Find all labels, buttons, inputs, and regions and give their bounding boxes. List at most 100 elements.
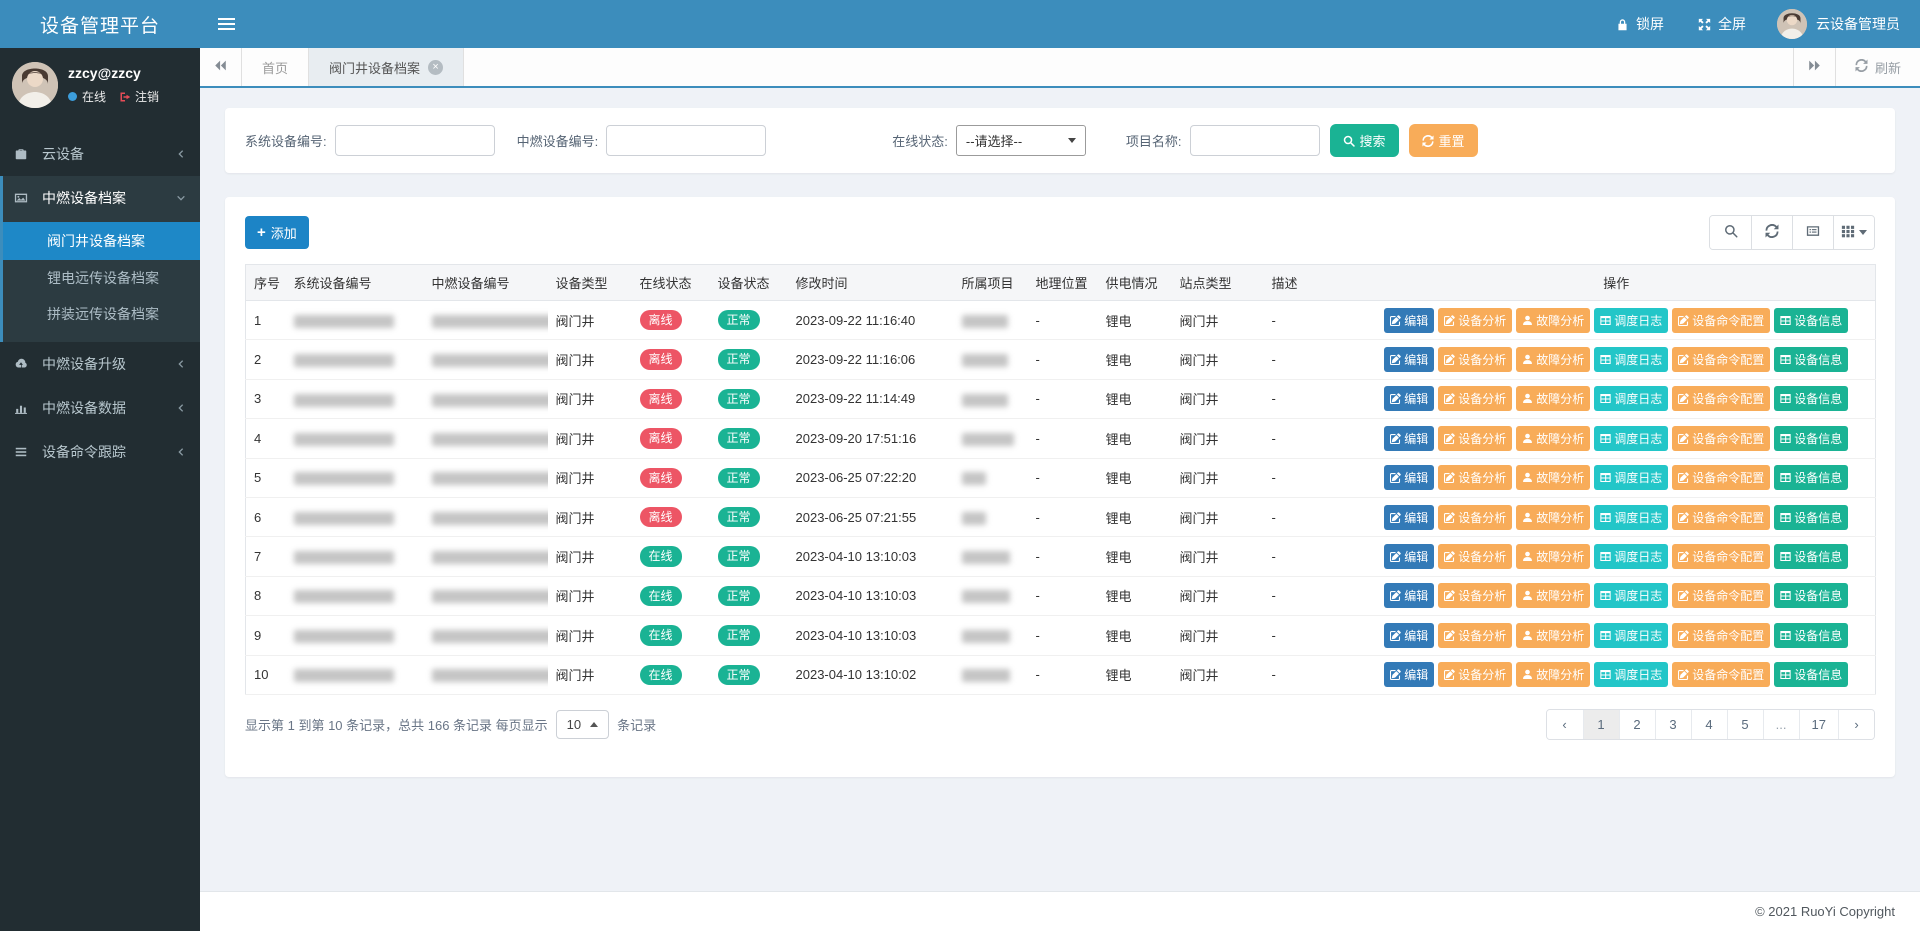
system-device-no-input[interactable] [335, 125, 495, 156]
device-analysis-button[interactable]: 设备分析 [1438, 623, 1512, 648]
device-info-button[interactable]: 设备信息 [1774, 544, 1848, 569]
fault-analysis-button[interactable]: 故障分析 [1516, 544, 1590, 569]
refresh-table-button[interactable] [1751, 216, 1792, 249]
device-analysis-button[interactable]: 设备分析 [1438, 505, 1512, 530]
device-info-button[interactable]: 设备信息 [1774, 623, 1848, 648]
project-name-input[interactable] [1190, 125, 1320, 156]
fault-analysis-button[interactable]: 故障分析 [1516, 347, 1590, 372]
edit-button[interactable]: 编辑 [1384, 465, 1434, 490]
dispatch-log-button[interactable]: 调度日志 [1594, 623, 1668, 648]
device-info-button[interactable]: 设备信息 [1774, 465, 1848, 490]
fault-analysis-button[interactable]: 故障分析 [1516, 662, 1590, 687]
sidebar-item-device-command-trace[interactable]: 设备命令跟踪 [0, 430, 200, 474]
device-command-config-button[interactable]: 设备命令配置 [1672, 662, 1770, 687]
device-analysis-button[interactable]: 设备分析 [1438, 386, 1512, 411]
fullscreen-button[interactable]: 全屏 [1681, 0, 1763, 48]
page-size-select[interactable]: 10 [556, 710, 609, 739]
sidebar-item-assembled-remote-archive[interactable]: 拼装远传设备档案 [3, 296, 200, 332]
columns-button[interactable] [1833, 216, 1874, 249]
edit-button[interactable]: 编辑 [1384, 583, 1434, 608]
lock-screen-button[interactable]: 锁屏 [1599, 0, 1681, 48]
prev-page-button[interactable]: ‹ [1547, 710, 1583, 739]
device-command-config-button[interactable]: 设备命令配置 [1672, 386, 1770, 411]
dispatch-log-button[interactable]: 调度日志 [1594, 544, 1668, 569]
device-info-button[interactable]: 设备信息 [1774, 347, 1848, 372]
fault-analysis-button[interactable]: 故障分析 [1516, 623, 1590, 648]
edit-button[interactable]: 编辑 [1384, 623, 1434, 648]
dispatch-log-button[interactable]: 调度日志 [1594, 505, 1668, 530]
sidebar-item-lithium-remote-archive[interactable]: 锂电远传设备档案 [3, 260, 200, 296]
device-analysis-button[interactable]: 设备分析 [1438, 583, 1512, 608]
device-analysis-button[interactable]: 设备分析 [1438, 662, 1512, 687]
sidebar-item-zr-device-archive[interactable]: 中燃设备档案 [3, 176, 200, 220]
device-command-config-button[interactable]: 设备命令配置 [1672, 623, 1770, 648]
online-status-select[interactable]: --请选择-- [956, 125, 1086, 156]
reset-button[interactable]: 重置 [1409, 124, 1478, 157]
user-menu[interactable]: 云设备管理员 [1763, 0, 1920, 48]
page-button[interactable]: 3 [1655, 710, 1691, 739]
next-page-button[interactable]: › [1838, 710, 1874, 739]
device-info-button[interactable]: 设备信息 [1774, 426, 1848, 451]
edit-button[interactable]: 编辑 [1384, 544, 1434, 569]
device-info-button[interactable]: 设备信息 [1774, 662, 1848, 687]
page-button[interactable]: 2 [1619, 710, 1655, 739]
device-info-button[interactable]: 设备信息 [1774, 386, 1848, 411]
device-info-button[interactable]: 设备信息 [1774, 583, 1848, 608]
device-command-config-button[interactable]: 设备命令配置 [1672, 583, 1770, 608]
dispatch-log-button[interactable]: 调度日志 [1594, 347, 1668, 372]
device-info-button[interactable]: 设备信息 [1774, 308, 1848, 333]
device-analysis-button[interactable]: 设备分析 [1438, 347, 1512, 372]
zr-device-no-input[interactable] [606, 125, 766, 156]
edit-button[interactable]: 编辑 [1384, 426, 1434, 451]
dispatch-log-button[interactable]: 调度日志 [1594, 386, 1668, 411]
tabs-scroll-right-button[interactable] [1793, 48, 1835, 86]
user-avatar[interactable] [12, 62, 58, 108]
tab-valve-well-archive[interactable]: 阀门井设备档案 × [309, 48, 464, 86]
edit-button[interactable]: 编辑 [1384, 308, 1434, 333]
fault-analysis-button[interactable]: 故障分析 [1516, 308, 1590, 333]
refresh-tab-button[interactable]: 刷新 [1835, 48, 1920, 86]
sidebar-toggle-button[interactable] [200, 0, 252, 48]
fault-analysis-button[interactable]: 故障分析 [1516, 505, 1590, 530]
device-analysis-button[interactable]: 设备分析 [1438, 465, 1512, 490]
tab-home[interactable]: 首页 [242, 48, 309, 86]
page-button[interactable]: 1 [1583, 710, 1619, 739]
dispatch-log-button[interactable]: 调度日志 [1594, 465, 1668, 490]
page-button[interactable]: 5 [1727, 710, 1763, 739]
device-command-config-button[interactable]: 设备命令配置 [1672, 465, 1770, 490]
search-button[interactable]: 搜索 [1330, 124, 1399, 157]
edit-button[interactable]: 编辑 [1384, 662, 1434, 687]
edit-button[interactable]: 编辑 [1384, 347, 1434, 372]
fault-analysis-button[interactable]: 故障分析 [1516, 465, 1590, 490]
edit-button[interactable]: 编辑 [1384, 386, 1434, 411]
device-command-config-button[interactable]: 设备命令配置 [1672, 426, 1770, 451]
dispatch-log-button[interactable]: 调度日志 [1594, 662, 1668, 687]
fault-analysis-button[interactable]: 故障分析 [1516, 386, 1590, 411]
page-button[interactable]: 4 [1691, 710, 1727, 739]
page-button[interactable]: 17 [1799, 710, 1838, 739]
dispatch-log-button[interactable]: 调度日志 [1594, 308, 1668, 333]
dispatch-log-button[interactable]: 调度日志 [1594, 583, 1668, 608]
device-analysis-button[interactable]: 设备分析 [1438, 308, 1512, 333]
sidebar-item-device-upgrade[interactable]: 中燃设备升级 [0, 342, 200, 386]
close-icon[interactable]: × [428, 60, 443, 75]
device-command-config-button[interactable]: 设备命令配置 [1672, 505, 1770, 530]
add-button[interactable]: + 添加 [245, 216, 309, 249]
device-command-config-button[interactable]: 设备命令配置 [1672, 347, 1770, 372]
fault-analysis-button[interactable]: 故障分析 [1516, 583, 1590, 608]
dispatch-log-button[interactable]: 调度日志 [1594, 426, 1668, 451]
show-search-button[interactable] [1710, 216, 1751, 249]
tabs-scroll-left-button[interactable] [200, 48, 242, 86]
device-info-button[interactable]: 设备信息 [1774, 505, 1848, 530]
device-analysis-button[interactable]: 设备分析 [1438, 544, 1512, 569]
device-command-config-button[interactable]: 设备命令配置 [1672, 544, 1770, 569]
fault-analysis-button[interactable]: 故障分析 [1516, 426, 1590, 451]
sidebar-item-device-data[interactable]: 中燃设备数据 [0, 386, 200, 430]
device-command-config-button[interactable]: 设备命令配置 [1672, 308, 1770, 333]
detail-view-button[interactable] [1792, 216, 1833, 249]
edit-button[interactable]: 编辑 [1384, 505, 1434, 530]
device-analysis-button[interactable]: 设备分析 [1438, 426, 1512, 451]
sidebar-item-cloud-device[interactable]: 云设备 [0, 132, 200, 176]
sidebar-item-valve-well-archive[interactable]: 阀门井设备档案 [3, 222, 200, 260]
logout-link[interactable]: 注销 [119, 88, 159, 105]
